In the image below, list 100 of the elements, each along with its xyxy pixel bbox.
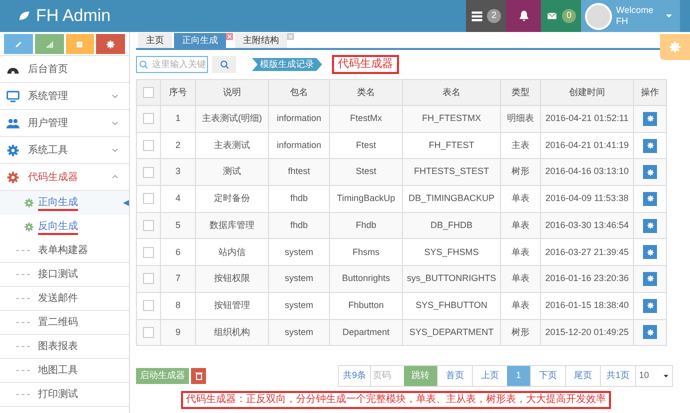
table-cell: 7 <box>160 266 196 292</box>
table-cell: system <box>268 266 330 292</box>
gears-icon <box>24 222 34 232</box>
sidebar-item[interactable]: 发送邮件 <box>0 287 129 311</box>
user-menu[interactable]: Welcome FH <box>581 0 680 32</box>
sidebar-item[interactable]: 系统管理 <box>0 83 129 110</box>
sidebar-item[interactable]: 接口测试 <box>0 263 129 287</box>
tab[interactable]: 主页 <box>138 33 172 48</box>
gear-button[interactable] <box>643 138 657 153</box>
table-cell: Buttonrights <box>330 266 402 292</box>
table-cell: 9 <box>160 319 196 346</box>
checkbox[interactable] <box>143 273 154 284</box>
shortcut-button[interactable] <box>66 34 94 54</box>
caret-icon <box>665 12 674 20</box>
gear-icon <box>646 168 654 176</box>
checkbox[interactable] <box>143 140 154 151</box>
pencil-icon <box>14 40 23 48</box>
sidebar-item[interactable]: 系统工具 <box>0 137 129 164</box>
checkbox[interactable] <box>143 300 154 312</box>
checkbox[interactable] <box>143 220 154 231</box>
tab[interactable]: 正向生成 <box>174 33 226 48</box>
user-name: FH <box>616 16 629 27</box>
table-cell: 单表 <box>500 186 540 212</box>
envelope-icon <box>546 11 558 21</box>
gear-icon <box>646 115 654 122</box>
bell-icon <box>518 10 530 22</box>
messages-button[interactable]: 0 <box>541 0 581 32</box>
table-cell: 2016-01-15 18:38:40 <box>540 292 634 319</box>
checkbox[interactable] <box>143 193 154 204</box>
table-cell: 2015-12-20 01:49:25 <box>540 319 634 346</box>
annotation-caption: 代码生成器：正反双向，分分钟生成一个完整模块，单表、主从表，树形表，大大提高开发效率 <box>181 391 611 410</box>
checkbox[interactable] <box>143 246 154 258</box>
signal-icon <box>44 40 54 48</box>
table-cell: 4 <box>160 186 196 212</box>
gear-button[interactable] <box>643 218 657 233</box>
search-button[interactable] <box>212 56 236 73</box>
chevron-icon <box>111 173 119 181</box>
sidebar-item[interactable]: 后台首页 <box>0 56 129 83</box>
gear-button[interactable] <box>643 192 657 206</box>
gear-icon <box>646 142 654 150</box>
chevron-icon <box>111 119 119 127</box>
table-cell: 单表 <box>500 266 540 292</box>
chevron-icon <box>111 146 119 154</box>
table-cell: FtestMx <box>330 106 402 132</box>
checkbox[interactable] <box>143 326 154 338</box>
brand-title: FH Admin <box>36 5 111 28</box>
sidebar-item[interactable]: 地图工具 <box>0 359 129 383</box>
sidebar-subitem[interactable]: 正向生成 <box>0 191 129 215</box>
book-icon <box>75 40 84 48</box>
gear-icon <box>646 222 654 230</box>
tasks-button[interactable]: 2 <box>466 0 506 32</box>
table-cell: 按钮权限 <box>196 266 268 292</box>
welcome-label: Welcome <box>616 5 654 16</box>
gear-icon <box>646 195 654 202</box>
sidebar-item[interactable]: 置二维码 <box>0 311 129 335</box>
users-icon <box>6 116 20 130</box>
table-cell: SYS_DEPARTMENT <box>402 319 500 346</box>
sidebar-item[interactable]: 图表报表 <box>0 335 129 359</box>
notifications-button[interactable] <box>506 0 541 32</box>
table-cell: system <box>268 292 330 319</box>
settings-button[interactable] <box>660 34 690 60</box>
settings-icon <box>669 41 681 53</box>
shortcut-button[interactable] <box>96 34 125 54</box>
history-button[interactable]: 模版生成记录 <box>252 58 322 71</box>
table-cell: TimingBackUp <box>330 186 402 212</box>
checkbox[interactable] <box>143 113 154 124</box>
gear-button[interactable] <box>643 272 657 286</box>
gear-button[interactable] <box>643 298 657 313</box>
list-icon <box>471 10 484 22</box>
checkbox[interactable] <box>143 86 154 98</box>
gear-button[interactable] <box>643 325 657 340</box>
annotation-label: 代码生成器 <box>332 55 399 74</box>
delete-button[interactable] <box>191 368 206 384</box>
table-cell: information <box>268 106 330 132</box>
gear-button[interactable] <box>643 165 657 180</box>
table-cell: DB_TIMINGBACKUP <box>402 186 500 212</box>
gear-icon <box>646 302 654 310</box>
sidebar-item[interactable]: 表单构建器 <box>0 239 129 263</box>
checkbox[interactable] <box>143 166 154 178</box>
gear-button[interactable] <box>643 112 657 126</box>
gear-icon <box>6 144 20 156</box>
gear-button[interactable] <box>643 245 657 260</box>
gears-icon <box>106 40 116 48</box>
monitor-icon <box>6 90 20 102</box>
search-icon <box>220 60 228 69</box>
table-cell: 主表测试(明细) <box>196 106 268 132</box>
search-field[interactable]: 这里输入关键 <box>136 56 208 73</box>
sidebar-subitem[interactable]: 反向生成 <box>0 215 129 239</box>
table-cell: 单表 <box>500 292 540 319</box>
avatar <box>585 2 612 30</box>
chevron-icon <box>111 92 119 100</box>
tab[interactable]: 主附结构 <box>235 33 287 48</box>
sidebar-item[interactable]: 用户管理 <box>0 110 129 137</box>
table-cell: 2016-01-16 23:20:36 <box>540 266 634 292</box>
table-cell: 8 <box>160 292 196 319</box>
table-cell: 组织机构 <box>196 319 268 346</box>
gear-icon <box>646 328 654 336</box>
table-cell: system <box>268 319 330 346</box>
sidebar-item[interactable]: 打印测试 <box>0 383 129 407</box>
shortcut-button[interactable] <box>34 34 64 54</box>
